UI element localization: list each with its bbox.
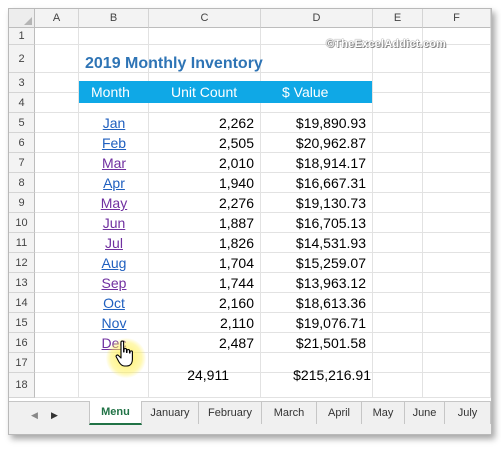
spreadsheet-window: ABCDEF 1 2 3 4 5 6 7 8 9 10 11 12 13 14 15 16 17 18 2019 … xyxy=(8,8,492,435)
hand-pointer-icon xyxy=(115,340,133,367)
row-header-12[interactable]: 12 xyxy=(9,253,35,273)
month-link-aug[interactable]: Aug xyxy=(79,255,149,271)
column-header-b[interactable]: B xyxy=(79,9,149,28)
row-header-3[interactable]: 3 xyxy=(9,73,35,93)
month-link-sep[interactable]: Sep xyxy=(79,275,149,291)
watermark: ©TheExcelAddict.com xyxy=(326,38,447,50)
month-link-jan[interactable]: Jan xyxy=(79,115,149,131)
value-header: $ Value xyxy=(282,84,329,100)
row-header-11[interactable]: 11 xyxy=(9,233,35,253)
value-cell: $14,531.93 xyxy=(295,235,366,251)
total-units: 24,911 xyxy=(187,367,229,383)
sheet-tab-january[interactable]: January xyxy=(142,402,199,424)
row-header-1[interactable]: 1 xyxy=(9,28,35,45)
month-link-apr[interactable]: Apr xyxy=(79,175,149,191)
sheet-tab-may[interactable]: May xyxy=(362,402,405,424)
row-header-14[interactable]: 14 xyxy=(9,293,35,313)
column-header-a[interactable]: A xyxy=(35,9,79,28)
unit-count-header: Unit Count xyxy=(171,84,238,100)
sheet-tab-february[interactable]: February xyxy=(199,402,262,424)
unit-count-cell: 1,826 xyxy=(218,235,254,251)
triangle-left-icon[interactable]: ◀ xyxy=(31,410,38,421)
month-link-jun[interactable]: Jun xyxy=(79,215,149,231)
column-header-e[interactable]: E xyxy=(373,9,423,28)
row-header-10[interactable]: 10 xyxy=(9,213,35,233)
row-header-13[interactable]: 13 xyxy=(9,273,35,293)
row-header-6[interactable]: 6 xyxy=(9,133,35,153)
sheet-title: 2019 Monthly Inventory xyxy=(85,55,263,72)
value-cell: $19,076.71 xyxy=(295,315,366,331)
total-value: $215,216.91 xyxy=(293,367,371,383)
unit-count-cell: 1,744 xyxy=(218,275,254,291)
month-header: Month xyxy=(91,84,130,100)
unit-count-cell: 1,887 xyxy=(218,215,254,231)
month-link-may[interactable]: May xyxy=(79,195,149,211)
sheet-tab-april[interactable]: April xyxy=(317,402,362,424)
select-all-corner[interactable] xyxy=(9,9,35,28)
column-gridline xyxy=(372,28,373,398)
month-link-nov[interactable]: Nov xyxy=(79,315,149,331)
unit-count-cell: 2,276 xyxy=(218,195,254,211)
sheet-tab-july[interactable]: July xyxy=(445,402,491,424)
sheet-tab-march[interactable]: March xyxy=(262,402,317,424)
column-header-d[interactable]: D xyxy=(261,9,373,28)
month-link-mar[interactable]: Mar xyxy=(79,155,149,171)
value-cell: $19,890.93 xyxy=(295,115,366,131)
unit-count-cell: 2,262 xyxy=(218,115,254,131)
unit-count-cell: 1,940 xyxy=(218,175,254,191)
unit-count-cell: 2,505 xyxy=(218,135,254,151)
value-cell: $18,914.17 xyxy=(295,155,366,171)
month-link-oct[interactable]: Oct xyxy=(79,295,149,311)
sheet-tab-bar: ◀ ▶ Menu January February March April May June… xyxy=(9,401,491,434)
triangle-right-icon[interactable]: ▶ xyxy=(51,410,58,421)
row-header-15[interactable]: 15 xyxy=(9,313,35,333)
row-header-9[interactable]: 9 xyxy=(9,193,35,213)
value-cell: $18,613.36 xyxy=(295,295,366,311)
value-cell: $13,963.12 xyxy=(295,275,366,291)
unit-count-cell: 1,704 xyxy=(218,255,254,271)
column-header-f[interactable]: F xyxy=(423,9,491,28)
column-gridline xyxy=(490,28,491,398)
row-header-8[interactable]: 8 xyxy=(9,173,35,193)
sheet-tab-june[interactable]: June xyxy=(405,402,445,424)
unit-count-cell: 2,110 xyxy=(220,315,254,331)
value-cell: $19,130.73 xyxy=(295,195,366,211)
column-gridline xyxy=(422,28,423,398)
row-header-4[interactable]: 4 xyxy=(9,93,35,113)
value-cell: $20,962.87 xyxy=(295,135,366,151)
value-cell: $16,667.31 xyxy=(295,175,366,191)
row-header-5[interactable]: 5 xyxy=(9,113,35,133)
value-cell: $16,705.13 xyxy=(295,215,366,231)
row-header-18[interactable]: 18 xyxy=(9,373,35,398)
value-cell: $21,501.58 xyxy=(295,335,366,351)
column-header-c[interactable]: C xyxy=(149,9,261,28)
unit-count-cell: 2,160 xyxy=(218,295,254,311)
month-link-jul[interactable]: Jul xyxy=(79,235,149,251)
value-cell: $15,259.07 xyxy=(295,255,366,271)
row-header-16[interactable]: 16 xyxy=(9,333,35,353)
month-link-feb[interactable]: Feb xyxy=(79,135,149,151)
row-header-2[interactable]: 2 xyxy=(9,45,35,73)
unit-count-cell: 2,010 xyxy=(218,155,254,171)
table-header-row: Month Unit Count $ Value xyxy=(79,81,372,103)
row-header-17[interactable]: 17 xyxy=(9,353,35,373)
unit-count-cell: 2,487 xyxy=(218,335,254,351)
row-header-7[interactable]: 7 xyxy=(9,153,35,173)
sheet-tab-menu[interactable]: Menu xyxy=(89,401,142,425)
